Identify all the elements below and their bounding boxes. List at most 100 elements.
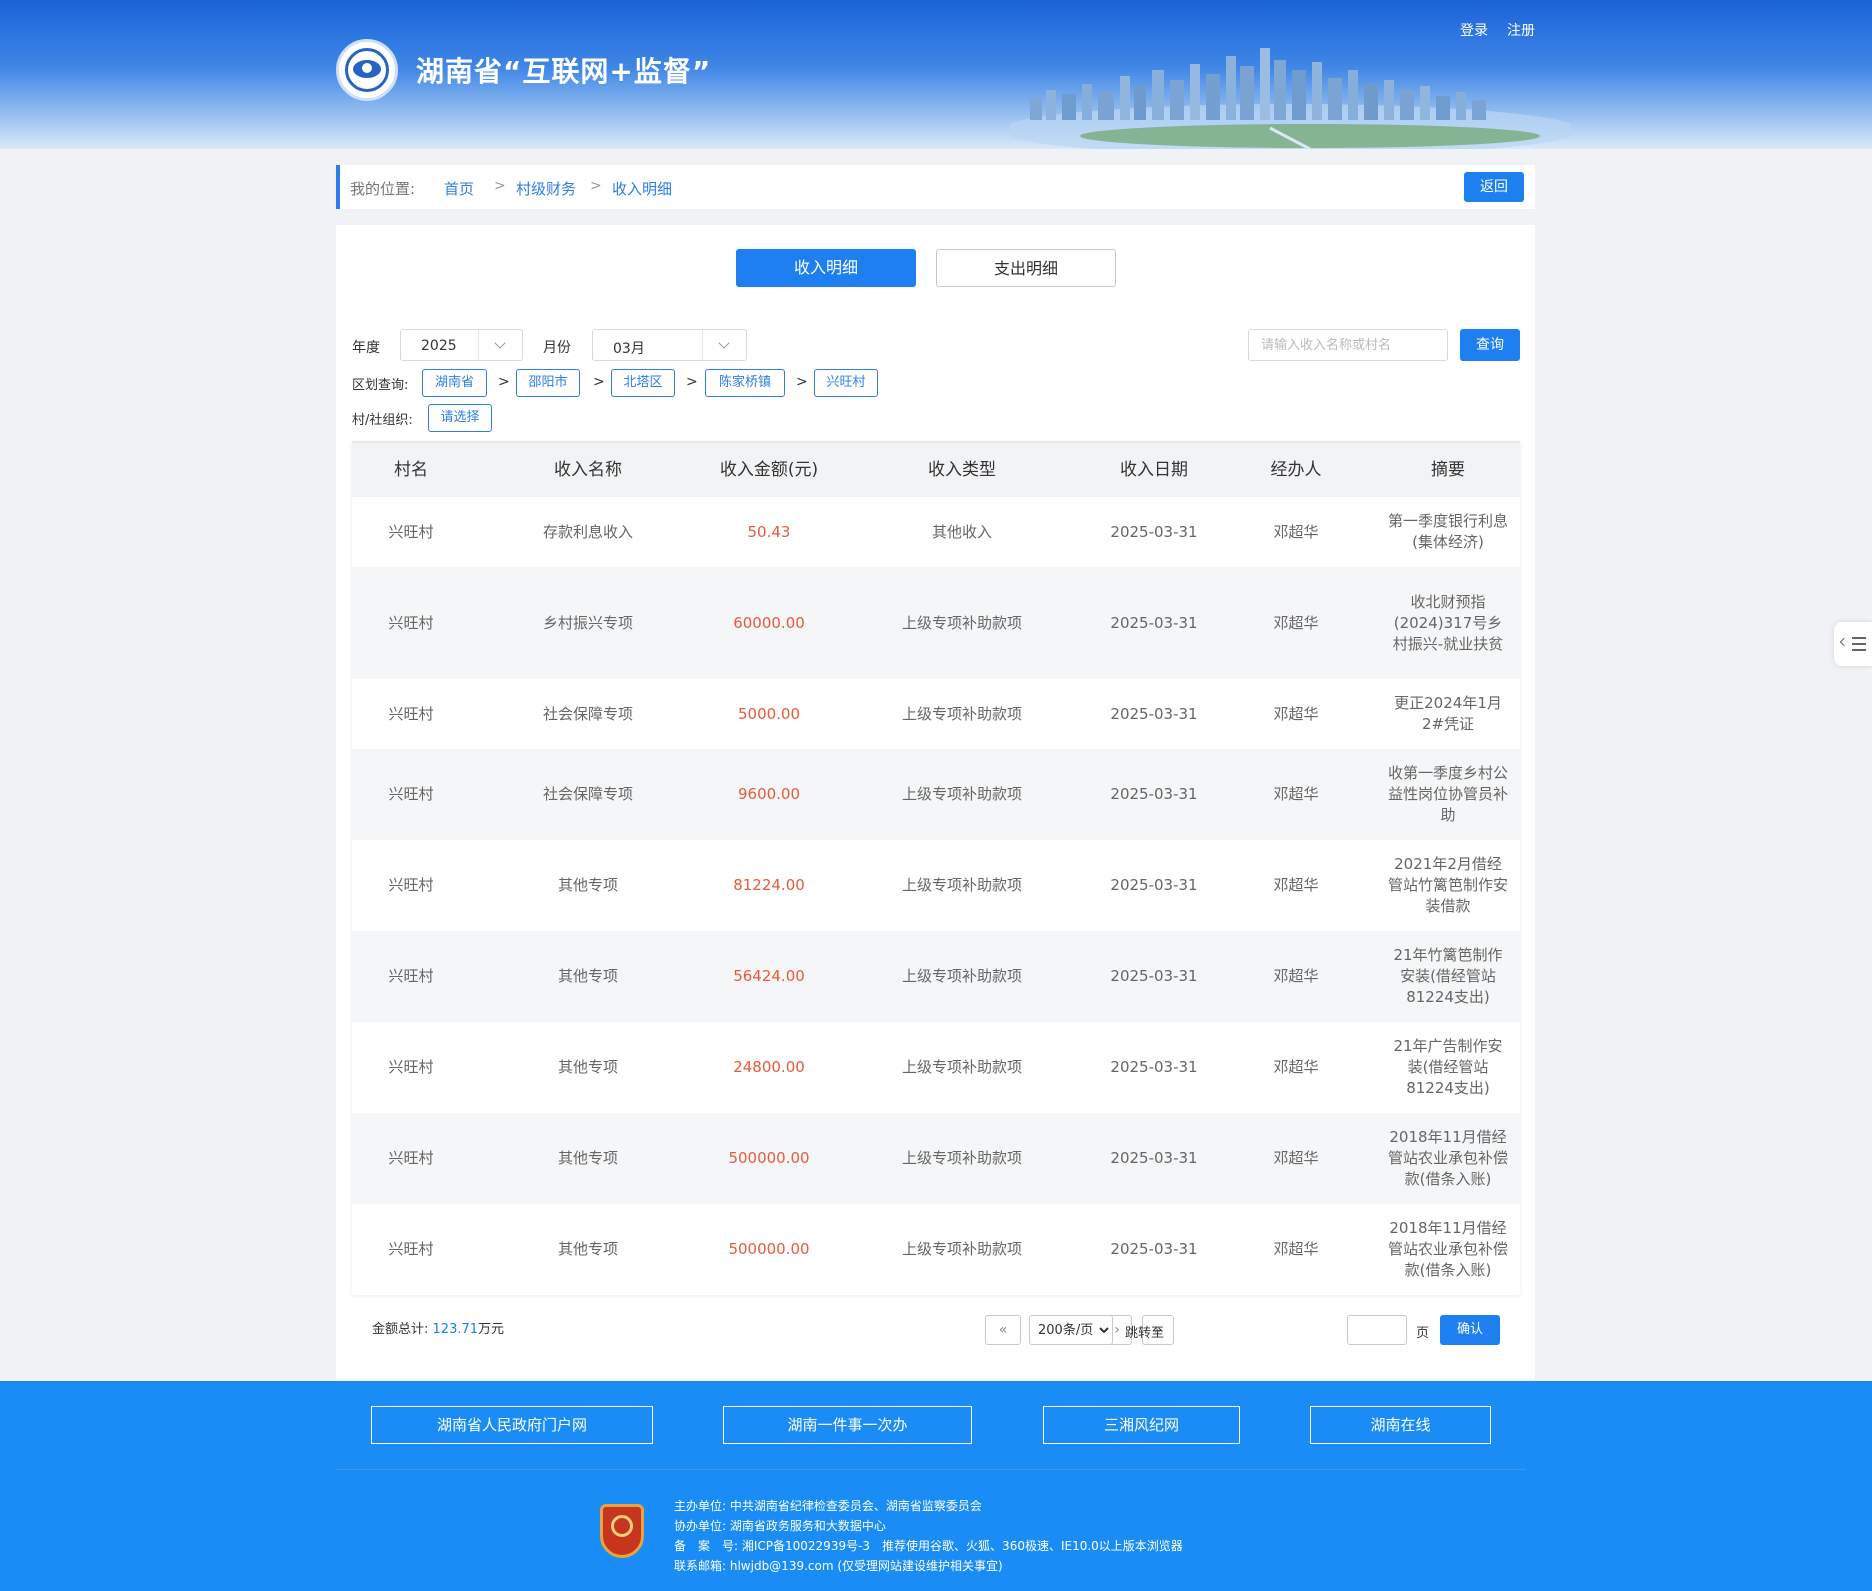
site-logo [336, 39, 398, 101]
footer-sponsor: 主办单位: 中共湖南省纪律检查委员会、湖南省监察委员会 [674, 1499, 982, 1513]
page-size-select[interactable]: 200条/页 [1029, 1315, 1113, 1345]
table-row: 兴旺村 其他专项 500000.00 上级专项补助款项 2025-03-31 邓超华 201… [352, 1204, 1520, 1295]
cell-name: 其他专项 [557, 876, 618, 894]
cell-type: 上级专项补助款项 [901, 1058, 1022, 1076]
breadcrumb: 我的位置: 首页 > 村级财务 > 收入明细 返回 [336, 165, 1535, 209]
footer-link-hunan-online[interactable]: 湖南在线 [1310, 1406, 1491, 1444]
cell-type: 上级专项补助款项 [901, 1240, 1022, 1258]
login-link[interactable]: 登录 [1460, 20, 1488, 40]
breadcrumb-label: 我的位置: [350, 180, 416, 198]
table-row: 兴旺村 乡村振兴专项 60000.00 上级专项补助款项 2025-03-31 邓超华 收北… [352, 567, 1520, 679]
chevron-left-icon [1839, 637, 1849, 647]
region-chip-district[interactable]: 北塔区 [611, 369, 675, 397]
month-value: 03月 [613, 341, 645, 357]
column-header: 收入金额(元) [719, 459, 819, 480]
jump-page-input[interactable] [1347, 1315, 1407, 1345]
cell-date: 2025-03-31 [1110, 1240, 1198, 1258]
column-header: 村名 [394, 459, 428, 480]
cell-handler: 邓超华 [1273, 613, 1319, 632]
tab-income-detail[interactable]: 收入明细 [736, 249, 916, 287]
chevron-down-icon [478, 330, 522, 360]
cell-village: 兴旺村 [388, 967, 434, 985]
cell-summary: 更正2024年1月2#凭证 [1394, 694, 1502, 733]
cell-amount: 60000.00 [733, 613, 805, 632]
eye-pupil-icon [362, 63, 372, 73]
cell-type: 上级专项补助款项 [901, 704, 1022, 723]
cell-handler: 邓超华 [1273, 522, 1319, 541]
region-separator: > [593, 374, 605, 390]
footer-link-one-thing[interactable]: 湖南一件事一次办 [723, 1406, 972, 1444]
party-gov-badge-icon [600, 1504, 644, 1558]
table-header: 村名 收入名称 收入金额(元) 收入类型 收入日期 经办人 摘要 [352, 443, 1520, 497]
query-button[interactable]: 查询 [1460, 329, 1520, 361]
back-button[interactable]: 返回 [1464, 172, 1524, 202]
cell-summary: 21年竹篱笆制作安装(借经管站81224支出) [1393, 946, 1503, 1006]
cell-name: 其他专项 [557, 1149, 618, 1167]
footer-link-sanxiang[interactable]: 三湘风纪网 [1043, 1406, 1240, 1444]
cell-type: 上级专项补助款项 [901, 967, 1022, 985]
cell-amount: 81224.00 [733, 876, 805, 894]
cell-name: 其他专项 [557, 1058, 618, 1076]
region-label: 区划查询: [352, 378, 409, 393]
cell-village: 兴旺村 [388, 785, 434, 803]
footer-email: 联系邮箱: hlwjdb@139.com (仅受理网站建设维护相关事宜) [674, 1559, 1003, 1573]
cell-amount: 24800.00 [733, 1058, 805, 1076]
cell-amount: 5000.00 [737, 704, 801, 723]
search-input[interactable] [1248, 329, 1448, 361]
cell-summary: 2018年11月借经管站农业承包补偿款(借条入账) [1388, 1219, 1509, 1279]
region-separator: > [498, 374, 510, 390]
year-select[interactable]: 2025 [400, 329, 523, 361]
column-header: 收入类型 [928, 459, 996, 480]
menu-line-icon [1852, 649, 1866, 651]
cell-date: 2025-03-31 [1110, 704, 1198, 723]
footer-link-gov-portal[interactable]: 湖南省人民政府门户网 [371, 1406, 653, 1444]
cell-date: 2025-03-31 [1110, 967, 1198, 985]
breadcrumb-income-detail[interactable]: 收入明细 [612, 178, 672, 199]
site-title: 湖南省“互联网+监督” [416, 55, 712, 88]
cell-handler: 邓超华 [1273, 1149, 1319, 1167]
cell-type: 上级专项补助款项 [901, 613, 1022, 632]
menu-line-icon [1852, 637, 1866, 639]
cell-type: 上级专项补助款项 [901, 785, 1022, 803]
total-value: 123.71 [432, 1322, 479, 1337]
confirm-jump-button[interactable]: 确认 [1440, 1315, 1500, 1345]
cell-date: 2025-03-31 [1110, 613, 1198, 632]
breadcrumb-village-finance[interactable]: 村级财务 [516, 178, 576, 199]
region-separator: > [686, 374, 698, 390]
total-unit: 万元 [478, 1322, 505, 1337]
cell-amount: 9600.00 [737, 785, 801, 803]
region-chip-province[interactable]: 湖南省 [422, 369, 487, 397]
region-chip-city[interactable]: 邵阳市 [516, 369, 580, 397]
cell-summary: 21年广告制作安装(借经管站81224支出) [1393, 1037, 1503, 1097]
side-menu-toggle[interactable] [1834, 622, 1872, 666]
table-row: 兴旺村 社会保障专项 9600.00 上级专项补助款项 2025-03-31 邓超华 收第一… [352, 749, 1520, 840]
breadcrumb-separator: > [494, 178, 506, 194]
cell-village: 兴旺村 [388, 1058, 434, 1076]
total-label: 金额总计: [372, 1322, 429, 1337]
region-chip-town[interactable]: 陈家桥镇 [705, 369, 785, 397]
city-skyline-image [1010, 48, 1570, 149]
org-select-chip[interactable]: 请选择 [428, 404, 492, 432]
region-chip-village[interactable]: 兴旺村 [814, 369, 878, 397]
cell-name: 乡村振兴专项 [542, 613, 633, 632]
cell-name: 存款利息收入 [542, 522, 633, 541]
first-page-button[interactable]: « [985, 1315, 1021, 1345]
cell-handler: 邓超华 [1273, 876, 1319, 894]
cell-type: 上级专项补助款项 [901, 876, 1022, 894]
table-row: 兴旺村 其他专项 24800.00 上级专项补助款项 2025-03-31 邓超华 21年广… [352, 1022, 1520, 1113]
cell-date: 2025-03-31 [1110, 522, 1198, 541]
tab-expense-detail[interactable]: 支出明细 [936, 249, 1116, 287]
chevron-down-icon [702, 330, 746, 360]
region-separator: > [796, 374, 808, 390]
cell-type: 其他收入 [931, 522, 992, 541]
org-label: 村/社组织: [352, 413, 413, 428]
cell-handler: 邓超华 [1273, 704, 1319, 723]
main-panel: 收入明细 支出明细 年度 2025 月份 03月 查询 区划查询: 湖南省 > … [336, 225, 1535, 1380]
month-select[interactable]: 03月 [592, 329, 747, 361]
breadcrumb-home[interactable]: 首页 [444, 178, 474, 199]
cell-date: 2025-03-31 [1110, 785, 1198, 803]
register-link[interactable]: 注册 [1507, 20, 1535, 40]
footer-record: 备 案 号: 湘ICP备10022939号-3 推荐使用谷歌、火狐、360极速、… [674, 1539, 1183, 1553]
table-row: 兴旺村 其他专项 500000.00 上级专项补助款项 2025-03-31 邓超华 201… [352, 1113, 1520, 1204]
year-label: 年度 [352, 340, 380, 356]
